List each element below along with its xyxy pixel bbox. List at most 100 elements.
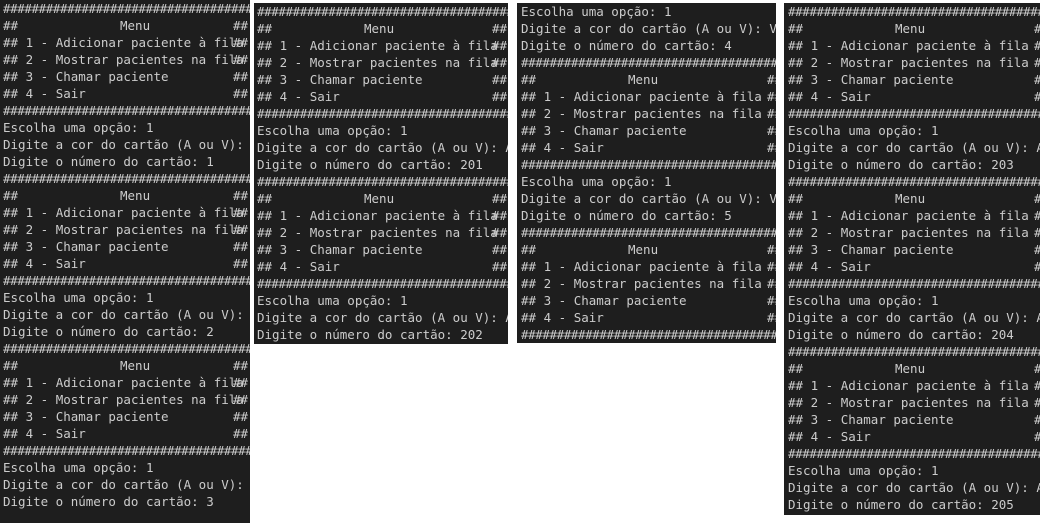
menu-edge-left: ## (521, 106, 537, 121)
menu-edge-right: ## (492, 225, 508, 240)
menu-edge-left: ## (3, 222, 19, 237)
menu-title: Menu (120, 188, 151, 203)
menu-option-line: ## 1 - Adicionar paciente à fila## (3, 34, 250, 51)
menu-option-4: 4 - Sair (810, 259, 871, 274)
menu-title-line: ## Menu ## (257, 190, 508, 207)
menu-edge-right: ## (767, 72, 776, 87)
menu-option-4: 4 - Sair (279, 89, 340, 104)
color-input-line-value: A (505, 310, 508, 325)
menu-option-3: 3 - Chamar paciente (543, 293, 687, 308)
terminal-window-2[interactable]: ########################################… (254, 3, 508, 344)
menu-edge-right: ## (767, 259, 776, 274)
menu-edge-left: ## (521, 140, 537, 155)
menu-border: ########################################… (521, 225, 776, 240)
menu-edge-right: ## (1034, 411, 1040, 428)
menu-option-line: ## 4 - Sair ## (3, 425, 250, 442)
color-input-line-value: V (769, 21, 776, 36)
menu-edge-left: ## (3, 256, 19, 271)
menu-option-3: 3 - Chamar paciente (25, 239, 169, 254)
menu-edge-right: ## (1034, 258, 1040, 275)
menu-edge-left: ## (3, 205, 19, 220)
menu-option-line: ## 4 - Sair ## (788, 428, 1040, 445)
number-input-line-prompt: Digite o número do cartão: (3, 494, 199, 509)
color-input-line: Digite a cor do cartão (A ou V): V (3, 476, 250, 493)
option-input-line-value: 1 (931, 463, 939, 478)
menu-title-line: ## Menu ## (521, 241, 776, 258)
menu-border: ########################################… (788, 446, 1040, 461)
menu-option-line: ## 2 - Mostrar pacientes na fila## (257, 224, 508, 241)
menu-edge-left: ## (788, 395, 804, 410)
menu-edge-right: ## (233, 188, 249, 203)
menu-edge-right: ## (492, 38, 508, 53)
menu-edge-right: ## (1034, 224, 1040, 241)
number-input-line-value: 1 (206, 154, 214, 169)
option-input-line: Escolha uma opção: 1 (257, 122, 508, 139)
menu-edge-left: ## (788, 38, 804, 53)
menu-option-line: ## 3 - Chamar paciente ## (521, 122, 776, 139)
option-input-line: Escolha uma opção: 1 (788, 462, 1040, 479)
menu-option-line: ## 2 - Mostrar pacientes na fila## (3, 391, 250, 408)
menu-edge-left: ## (257, 89, 273, 104)
menu-option-3: 3 - Chamar paciente (279, 242, 423, 257)
terminal-window-3[interactable]: Escolha uma opção: 1 Digite a cor do cart… (517, 3, 776, 343)
menu-edge-left: ## (257, 38, 273, 53)
menu-edge-left: ## (521, 123, 537, 138)
menu-option-line: ## 4 - Sair ## (521, 309, 776, 326)
menu-edge-right: ## (1034, 428, 1040, 445)
menu-edge-left: ## (257, 225, 273, 240)
color-input-line: Digite a cor do cartão (A ou V): A (788, 139, 1040, 156)
color-input-line-prompt: Digite a cor do cartão (A ou V): (788, 480, 1029, 495)
terminal-window-1[interactable]: ########################################… (0, 0, 250, 523)
menu-edge-left: ## (521, 259, 537, 274)
option-input-line-value: 1 (400, 293, 408, 308)
number-input-line: Digite o número do cartão: 3 (3, 493, 250, 510)
color-input-line: Digite a cor do cartão (A ou V): V (3, 306, 250, 323)
menu-option-4: 4 - Sair (810, 89, 871, 104)
menu-option-line: ## 3 - Chamar paciente ## (257, 241, 508, 258)
menu-option-1: 1 - Adicionar paciente à fila (810, 208, 1029, 223)
menu-option-line: ## 3 - Chamar paciente ## (788, 71, 1040, 88)
number-input-line-prompt: Digite o número do cartão: (257, 157, 453, 172)
menu-border: ########################################… (257, 174, 508, 189)
option-input-line-prompt: Escolha uma opção: (521, 174, 657, 189)
menu-edge-left: ## (3, 239, 19, 254)
menu-border: ########################################… (3, 341, 250, 356)
menu-title: Menu (628, 242, 659, 257)
menu-edge-right: ## (1034, 54, 1040, 71)
menu-option-4: 4 - Sair (810, 429, 871, 444)
menu-option-1: 1 - Adicionar paciente à fila (279, 38, 498, 53)
menu-edge-left: ## (3, 375, 19, 390)
menu-border: ########################################… (521, 157, 776, 172)
menu-edge-right: ## (492, 208, 508, 223)
menu-edge-left: ## (3, 409, 19, 424)
menu-edge-left: ## (788, 89, 804, 104)
menu-edge-left: ## (3, 358, 19, 373)
option-input-line-prompt: Escolha uma opção: (3, 460, 139, 475)
menu-option-line: ## 1 - Adicionar paciente à fila## (521, 258, 776, 275)
menu-option-line: ## 4 - Sair ## (257, 88, 508, 105)
menu-option-line: ## 2 - Mostrar pacientes na fila## (521, 105, 776, 122)
number-input-line: Digite o número do cartão: 202 (257, 326, 508, 343)
menu-edge-right: ## (767, 310, 776, 325)
menu-option-3: 3 - Chamar paciente (810, 72, 954, 87)
option-input-line-value: 1 (931, 293, 939, 308)
menu-title-line: ## Menu ## (788, 360, 1040, 377)
menu-option-1: 1 - Adicionar paciente à fila (25, 35, 244, 50)
color-input-line-value: A (505, 140, 508, 155)
menu-option-2: 2 - Mostrar pacientes na fila (25, 392, 244, 407)
terminal-window-4[interactable]: ########################################… (784, 3, 1040, 515)
menu-option-line: ## 4 - Sair ## (521, 139, 776, 156)
